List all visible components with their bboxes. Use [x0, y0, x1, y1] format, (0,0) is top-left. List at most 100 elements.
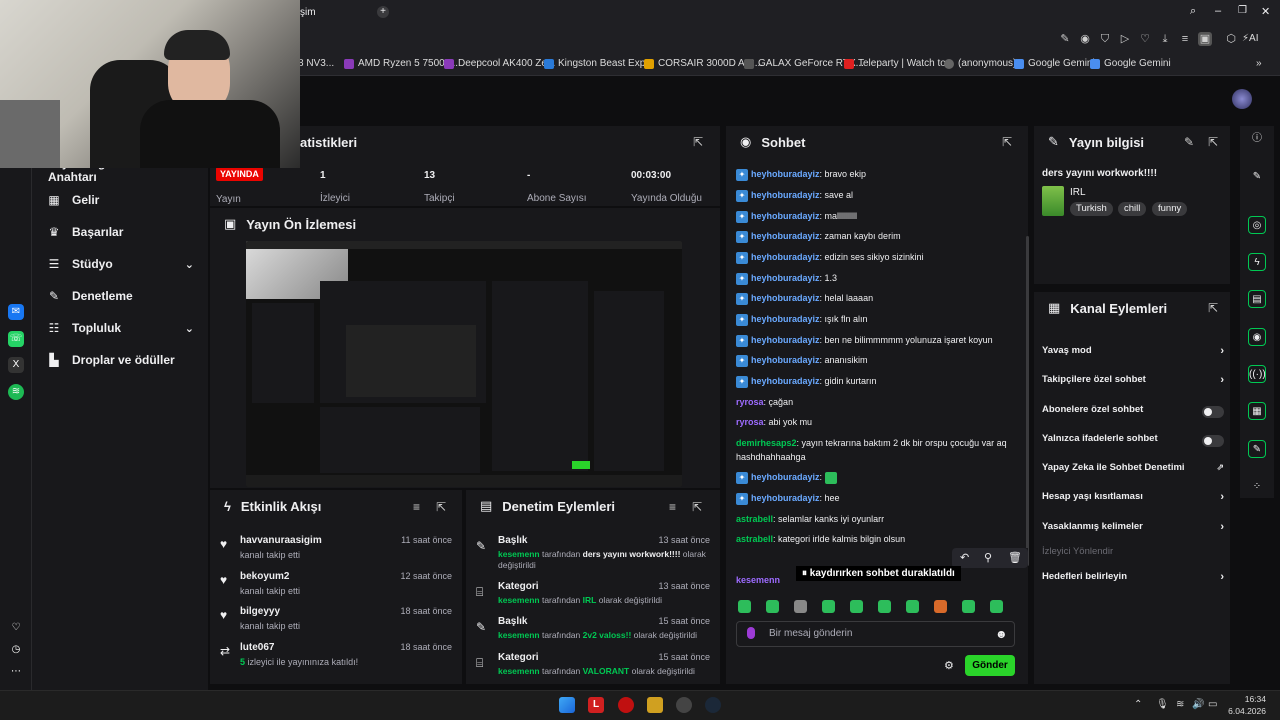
shield-icon[interactable]: ⛉	[1098, 32, 1112, 46]
chat-message[interactable]: ✦ heyhoburadayiz: edizin ses sikiyo sizin…	[736, 250, 1020, 264]
chevron-right-icon[interactable]: »	[1256, 58, 1262, 69]
bookmark-item[interactable]: Google Gemini	[1014, 58, 1095, 69]
clock-icon[interactable]: ◷	[8, 642, 24, 658]
popout-icon[interactable]: ⇱	[693, 135, 703, 149]
bookmark-item[interactable]: 8 NV3...	[298, 58, 334, 69]
chat-message[interactable]: ✦ heyhoburadayiz: ben ne bilimmmmm yolunu…	[736, 333, 1020, 347]
menu-icon[interactable]: ≡	[1178, 32, 1192, 46]
profile-icon[interactable]: ▣	[1198, 32, 1212, 46]
obs-icon[interactable]	[676, 697, 692, 713]
emote-icon[interactable]	[990, 600, 1003, 613]
emote-icon[interactable]	[962, 600, 975, 613]
emote-icon[interactable]	[906, 600, 919, 613]
action-ai-moderation[interactable]: Yapay Zeka ile Sohbet Denetimi ⇗	[1042, 462, 1224, 476]
emote-icon[interactable]	[878, 600, 891, 613]
wrench-icon[interactable]: ✎	[1248, 440, 1266, 458]
toggle-switch[interactable]	[1202, 435, 1224, 447]
app-l-icon[interactable]: L	[588, 697, 604, 713]
popout-icon[interactable]: ⇱	[1208, 301, 1218, 315]
action-emote-only[interactable]: Yalnızca ifadelerle sohbet	[1042, 433, 1224, 447]
bookmark-item[interactable]: (anonymous)	[944, 58, 1016, 69]
nav-item-moderation[interactable]: ✎ Denetleme	[48, 286, 133, 306]
play-icon[interactable]: ▷	[1118, 32, 1132, 46]
plus-icon[interactable]: +	[377, 6, 389, 18]
chat-username[interactable]: heyhoburadayiz	[751, 273, 820, 283]
bookmark-item[interactable]: Google Gemini	[1090, 58, 1171, 69]
filter-icon[interactable]: ≡	[669, 500, 676, 514]
tag-chip[interactable]: Turkish	[1070, 202, 1113, 216]
chat-username[interactable]: heyhoburadayiz	[751, 231, 820, 241]
chat-username[interactable]: demirhesaps2	[736, 438, 797, 448]
apps-icon[interactable]: ⁘	[1248, 478, 1266, 496]
whatsapp-icon[interactable]: ☏	[8, 331, 24, 347]
chat-message[interactable]: ✦ heyhoburadayiz:	[736, 470, 1020, 484]
bookmark-item[interactable]: AMD Ryzen 5 7500F...	[344, 58, 458, 69]
chat-message[interactable]: ✦ heyhoburadayiz: ışık fln alın	[736, 312, 1020, 326]
edit-icon[interactable]: ✎	[1184, 135, 1194, 149]
chat-username[interactable]: heyhoburadayiz	[751, 252, 820, 262]
send-button[interactable]: Gönder	[965, 655, 1015, 676]
chat-username[interactable]: heyhoburadayiz	[751, 211, 820, 221]
toggle-switch[interactable]	[1202, 406, 1224, 418]
chevron-up-icon[interactable]: ⌃	[1134, 699, 1142, 710]
active-tab-title[interactable]: şim	[300, 7, 316, 18]
popout-icon[interactable]: ⇱	[1002, 135, 1012, 149]
clock-date[interactable]: 6.04.2026	[1226, 706, 1266, 716]
battery-icon[interactable]: ▭	[1208, 699, 1217, 710]
action-subscribers-only[interactable]: Abonelere özel sohbet	[1042, 404, 1224, 418]
chat-message[interactable]: ✦ heyhoburadayiz: 1.3	[736, 271, 1020, 285]
chat-username[interactable]: kesemenn	[736, 575, 780, 585]
nav-item-achievements[interactable]: ♛ Başarılar	[48, 222, 124, 242]
heart-icon[interactable]: ♡	[1138, 32, 1152, 46]
emote-icon[interactable]	[850, 600, 863, 613]
chat-username[interactable]: heyhoburadayiz	[751, 355, 820, 365]
pin-icon[interactable]: ⚲	[984, 551, 992, 564]
broadcast-icon[interactable]: ((·))	[1248, 365, 1266, 383]
chat-username[interactable]: heyhoburadayiz	[751, 293, 820, 303]
ai-button[interactable]: ⚡AI	[1242, 33, 1258, 44]
chat-username[interactable]: heyhoburadayiz	[751, 493, 820, 503]
chat-username[interactable]: astrabell	[736, 534, 773, 544]
messenger-icon[interactable]: ✉	[8, 304, 24, 320]
search-icon[interactable]: ⌕	[1190, 5, 1196, 18]
tag-chip[interactable]: chill	[1118, 202, 1147, 216]
nav-item-community[interactable]: ☷ Topluluk ⌄	[48, 318, 194, 338]
nav-item-drops[interactable]: ▙ Droplar ve ödüller	[48, 350, 174, 370]
camera-icon[interactable]: ◉	[1078, 32, 1092, 46]
chat-message[interactable]: ryrosa: çağan	[736, 395, 1020, 409]
avatar[interactable]	[1232, 89, 1252, 109]
chat-message[interactable]: ✦ heyhoburadayiz: mallllllllll	[736, 209, 1020, 223]
spotify-icon[interactable]: ≋	[8, 384, 24, 400]
emote-icon[interactable]	[794, 600, 807, 613]
chat-username[interactable]: heyhoburadayiz	[751, 472, 820, 482]
action-raid-viewers[interactable]: İzleyici Yönlendir	[1042, 546, 1224, 560]
bolt-icon[interactable]: ϟ	[1248, 253, 1266, 271]
action-followers-only[interactable]: Takipçilere özel sohbet ›	[1042, 374, 1224, 388]
emote-icon[interactable]	[766, 600, 779, 613]
action-banned-words[interactable]: Yasaklanmış kelimeler ›	[1042, 521, 1224, 535]
folder-icon[interactable]	[647, 697, 663, 713]
trash-icon[interactable]: 🗑	[1008, 551, 1022, 564]
chat-message[interactable]: ✦ heyhoburadayiz: zaman kaybı derim	[736, 229, 1020, 243]
chat-paused-notice[interactable]: ⏸ kaydırırken sohbet duraklatıldı	[796, 566, 961, 581]
action-set-goals[interactable]: Hedefleri belirleyin ›	[1042, 571, 1224, 585]
chat-username[interactable]: heyhoburadayiz	[751, 169, 820, 179]
action-account-age[interactable]: Hesap yaşı kısıtlaması ›	[1042, 491, 1224, 505]
clip-icon[interactable]: ◎	[1248, 216, 1266, 234]
chat-message[interactable]: ryrosa: abi yok mu	[736, 415, 1020, 429]
chat-username[interactable]: astrabell	[736, 514, 773, 524]
popout-icon[interactable]: ⇱	[1208, 135, 1218, 149]
opera-icon[interactable]	[618, 697, 634, 713]
emoji-icon[interactable]: ☻	[995, 622, 1008, 646]
more-icon[interactable]: ⋯	[8, 664, 24, 680]
mic-icon[interactable]: 🎙	[1156, 699, 1169, 710]
chat-username[interactable]: ryrosa	[736, 417, 764, 427]
chat-message[interactable]: ✦ heyhoburadayiz: bravo ekip	[736, 167, 1020, 181]
minimize-icon[interactable]: –	[1215, 5, 1221, 17]
chat-icon[interactable]: ◉	[1248, 328, 1266, 346]
bookmark-item[interactable]: Kingston Beast Exp...	[544, 58, 654, 69]
tag-chip[interactable]: funny	[1152, 202, 1188, 216]
chat-username[interactable]: heyhoburadayiz	[751, 376, 820, 386]
settings-icon[interactable]: ⚙	[944, 659, 954, 672]
chat-username[interactable]: ryrosa	[736, 397, 764, 407]
